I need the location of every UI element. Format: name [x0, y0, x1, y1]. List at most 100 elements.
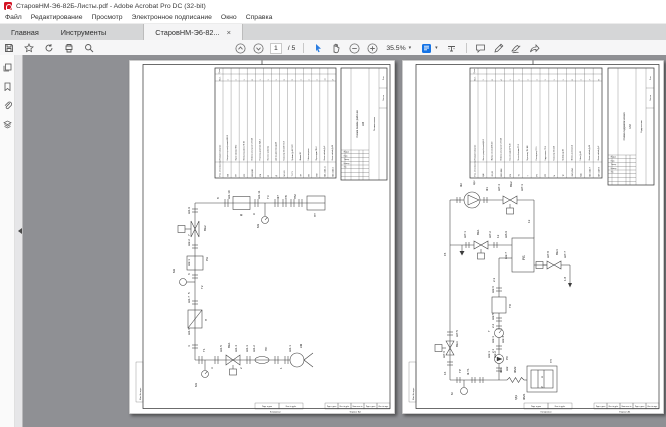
pane-splitter[interactable]: [15, 55, 23, 427]
fill-sign-pencil-icon[interactable]: [493, 42, 505, 54]
stamp-tool-icon[interactable]: [446, 42, 458, 54]
svg-text:Ф1: Ф1: [485, 187, 489, 191]
svg-text:1: 1: [300, 79, 302, 81]
tab-close-icon[interactable]: ×: [227, 28, 231, 37]
zoom-out-icon[interactable]: [348, 42, 360, 54]
svg-text:Насос центробежный ЦН-3: Насос центробежный ЦН-3: [482, 139, 485, 160]
previous-page-icon[interactable]: [234, 42, 246, 54]
frame-footer: Подп. и датаИнв. № дубл.Подп. и датаИнв.…: [136, 362, 390, 414]
svg-text:2.2: 2.2: [491, 323, 495, 328]
svg-text:Поз. обозначение: Поз. обозначение: [475, 159, 477, 176]
svg-text:2: 2: [572, 79, 574, 81]
page-thumbnails-icon[interactable]: [2, 62, 12, 72]
svg-text:Р0: Р0: [536, 174, 538, 176]
svg-text:2: 2: [239, 367, 243, 369]
svg-text:Ш7.6: Ш7.6: [442, 351, 446, 358]
comment-icon[interactable]: [475, 42, 487, 54]
layers-icon[interactable]: [2, 119, 12, 129]
next-page-icon[interactable]: [252, 42, 264, 54]
menu-item-5[interactable]: Окно: [221, 14, 237, 21]
svg-text:Ш7.7: Ш7.7: [563, 251, 567, 258]
svg-text:3: 3: [292, 79, 294, 81]
svg-text:9: 9: [252, 213, 256, 215]
svg-text:Инв. № подл.: Инв. № подл.: [648, 405, 658, 408]
svg-text:Т.контр.: Т.контр.: [344, 159, 350, 161]
svg-text:НМ: НМ: [628, 124, 632, 128]
svg-text:А: А: [540, 376, 544, 378]
svg-text:ТО: ТО: [508, 303, 512, 308]
menu-item-3[interactable]: Просмотр: [92, 14, 123, 21]
svg-text:Ш7.5: Ш7.5: [455, 330, 459, 337]
tab-home[interactable]: Главная: [0, 24, 50, 40]
zoom-level-select[interactable]: 35.5% ▾: [384, 45, 413, 52]
parts-table: Поз. обозначениеНаименованиеКол.Прим.ЦНН…: [470, 68, 602, 178]
svg-text:Инв. № дубл.: Инв. № дубл.: [286, 405, 297, 408]
menu-item-4[interactable]: Электронное подписание: [132, 14, 212, 21]
svg-text:Листов: Листов: [383, 95, 385, 101]
svg-text:Шланг гибкий Ду-8: Шланг гибкий Ду-8: [323, 146, 326, 161]
svg-text:ВЕ1: ВЕ1: [476, 229, 480, 235]
svg-text:6: 6: [187, 273, 191, 275]
svg-text:4: 4: [187, 345, 191, 347]
svg-text:Ш2.2: Ш2.2: [493, 351, 497, 358]
svg-text:Т2: Т2: [200, 285, 204, 289]
svg-text:Ш1.7: Ш1.7: [187, 296, 191, 303]
svg-text:Инв. № подл.: Инв. № подл.: [412, 387, 415, 400]
page-number-input[interactable]: 1: [270, 43, 282, 54]
menu-item-2[interactable]: Редактирование: [31, 14, 83, 21]
pdf-page-1[interactable]: Поз. обозначениеНаименованиеКол.Прим.КМК…: [129, 60, 395, 414]
svg-text:11: 11: [325, 78, 327, 81]
svg-text:13: 13: [527, 219, 531, 223]
svg-text:1: 1: [536, 79, 538, 81]
svg-text:ПТ: ПТ: [236, 173, 238, 176]
signature-icon[interactable]: [511, 42, 523, 54]
svg-text:ГП: ГП: [549, 359, 553, 363]
page-canvas[interactable]: Поз. обозначениеНаименованиеКол.Прим.КМК…: [23, 55, 666, 427]
collapse-pane-icon[interactable]: [15, 228, 22, 234]
attachments-icon[interactable]: [2, 100, 12, 110]
svg-text:16: 16: [443, 371, 447, 375]
select-tool-icon[interactable]: [312, 42, 324, 54]
favorites-star-icon[interactable]: [23, 42, 35, 54]
menu-item-1[interactable]: Файл: [5, 14, 22, 21]
svg-text:Ф.Т1: Ф.Т1: [466, 368, 470, 375]
schematic-labels: Ф2ЦНФ1Ш7.4ВЕ2Ш7.31315Ш7.1ВЕ1Ш7.212Ш6.9РБ…: [442, 181, 567, 400]
svg-text:Ш2.2: Ш2.2: [187, 239, 191, 246]
svg-text:12: 12: [496, 234, 500, 238]
svg-text:7: 7: [589, 79, 591, 81]
svg-text:Манометр МО-250: Манометр МО-250: [554, 146, 556, 161]
svg-text:15: 15: [443, 252, 447, 256]
pdf-page-2[interactable]: Поз. обозначениеНаименованиеКол.Прим.ЦНН…: [402, 60, 664, 414]
acrobat-window: СтаровНМ-Э6-82Б-Листы.pdf - Adobe Acroba…: [0, 0, 666, 427]
share-review-icon[interactable]: [43, 42, 55, 54]
svg-text:НМ: НМ: [361, 122, 365, 126]
svg-text:ВЕ2: ВЕ2: [203, 225, 207, 231]
zoom-in-icon[interactable]: [366, 42, 378, 54]
svg-text:Ф7: Ф7: [299, 174, 302, 177]
svg-text:Ш6.9: Ш6.9: [504, 231, 508, 238]
menu-item-6[interactable]: Справка: [246, 14, 273, 21]
print-icon[interactable]: [63, 42, 75, 54]
svg-text:Ш1.1: Ш1.1: [288, 345, 292, 352]
svg-text:2: 2: [252, 79, 254, 81]
share-send-icon[interactable]: [529, 42, 541, 54]
tab-document[interactable]: СтаровНМ-Э6-82... ×: [143, 24, 243, 40]
svg-text:ГД1: ГД1: [581, 173, 583, 176]
svg-text:Шланг гибкий Ду-8: Шланг гибкий Ду-8: [597, 146, 600, 161]
save-icon[interactable]: [3, 42, 15, 54]
hand-tool-icon[interactable]: [330, 42, 342, 54]
svg-text:Ш7.8: Ш7.8: [546, 251, 550, 258]
svg-text:ГД1: ГД1: [514, 395, 518, 400]
svg-text:1: 1: [244, 79, 246, 81]
svg-text:М2: М2: [172, 269, 176, 273]
svg-text:РБ: РБ: [510, 173, 512, 176]
svg-text:Ш7.1: Ш7.1: [463, 231, 467, 238]
tab-tools[interactable]: Инструменты: [50, 24, 118, 40]
bookmarks-icon[interactable]: [2, 81, 12, 91]
svg-text:ВЕ3: ВЕ3: [455, 341, 459, 347]
page-display-select[interactable]: ▾: [419, 43, 440, 54]
navigation-pane: [0, 55, 15, 427]
search-icon[interactable]: [83, 42, 95, 54]
svg-text:Т: Т: [487, 330, 491, 332]
svg-text:2.3: 2.3: [492, 277, 496, 282]
